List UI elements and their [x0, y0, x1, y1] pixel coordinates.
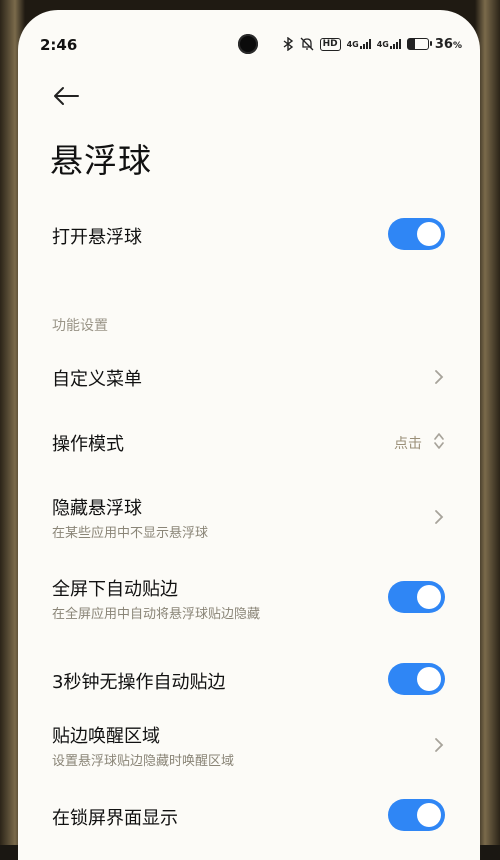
fullscreen-autoedge-switch[interactable]: [388, 581, 445, 613]
chevron-right-icon: [432, 507, 446, 527]
item-label: 操作模式: [52, 434, 124, 455]
chevron-updown-icon: [432, 431, 446, 451]
status-icons: HD 4G 4G 36%: [283, 34, 462, 54]
toggle-knob: [417, 585, 441, 609]
signal-2-icon: 4G: [377, 39, 401, 49]
signal-1-icon: 4G: [347, 39, 371, 49]
operation-mode-value: 点击: [394, 436, 422, 452]
camera-hole: [238, 34, 258, 54]
screen: 2:46 HD 4G 4G 36% 悬浮球 打开悬浮球 功能设置 自定义菜单 操…: [18, 10, 480, 860]
item-label: 隐藏悬浮球: [52, 498, 142, 519]
toggle-knob: [417, 803, 441, 827]
item-fullscreen-autoedge[interactable]: 全屏下自动贴边 在全屏应用中自动将悬浮球贴边隐藏: [18, 573, 480, 633]
item-custom-menu[interactable]: 自定义菜单: [18, 355, 480, 399]
hd-voice-icon: HD: [319, 37, 341, 51]
lockscreen-show-switch[interactable]: [388, 799, 445, 831]
item-operation-mode[interactable]: 操作模式 点击: [18, 420, 480, 464]
chevron-right-icon: [432, 367, 446, 387]
item-label: 自定义菜单: [52, 369, 142, 390]
battery-fill: [407, 39, 416, 49]
section-title: 功能设置: [52, 318, 108, 334]
item-lockscreen-show[interactable]: 在锁屏界面显示: [18, 790, 480, 840]
item-subtitle: 在全屏应用中自动将悬浮球贴边隐藏: [52, 607, 261, 622]
main-toggle-switch[interactable]: [388, 218, 445, 250]
bluetooth-icon: [283, 37, 294, 51]
back-arrow-icon[interactable]: [50, 80, 82, 112]
page-title: 悬浮球: [50, 141, 152, 180]
battery-percent: 36%: [434, 36, 462, 52]
chevron-right-icon: [432, 735, 446, 755]
item-label: 3秒钟无操作自动贴边: [52, 672, 226, 693]
toggle-knob: [417, 222, 441, 246]
item-subtitle: 在某些应用中不显示悬浮球: [52, 526, 209, 541]
item-label: 在锁屏界面显示: [52, 808, 178, 829]
status-bar: 2:46 HD 4G 4G 36%: [18, 10, 480, 60]
item-label: 贴边唤醒区域: [52, 726, 160, 747]
item-wake-area[interactable]: 贴边唤醒区域 设置悬浮球贴边隐藏时唤醒区域: [18, 720, 480, 780]
item-idle-autoedge[interactable]: 3秒钟无操作自动贴边: [18, 654, 480, 704]
toggle-knob: [417, 667, 441, 691]
status-time: 2:46: [40, 36, 78, 54]
main-toggle-row[interactable]: 打开悬浮球: [18, 210, 480, 260]
item-hide-float-ball[interactable]: 隐藏悬浮球 在某些应用中不显示悬浮球: [18, 492, 480, 552]
signal-1-label: 4G: [346, 40, 359, 49]
main-toggle-label: 打开悬浮球: [52, 227, 142, 248]
item-subtitle: 设置悬浮球贴边隐藏时唤醒区域: [52, 754, 235, 769]
battery-icon: [406, 38, 432, 50]
idle-autoedge-switch[interactable]: [388, 663, 445, 695]
signal-2-label: 4G: [376, 40, 389, 49]
silent-bell-icon: [300, 37, 314, 51]
item-label: 全屏下自动贴边: [52, 579, 178, 600]
